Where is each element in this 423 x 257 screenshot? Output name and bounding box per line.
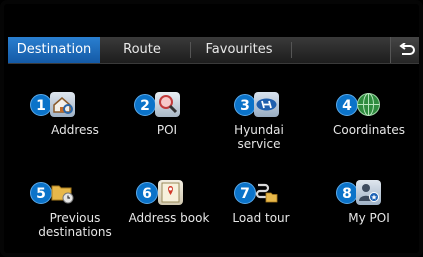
poi-button[interactable]: 2 POI [122,92,212,137]
back-arrow-icon [399,43,415,55]
load-tour-button[interactable]: 7 Load tour [216,180,306,225]
tab-destination[interactable]: Destination [8,37,100,63]
load-tour-label: Load tour [232,211,290,225]
number-badge: 2 [134,94,156,116]
number-badge: 3 [234,94,256,116]
my-poi-icon [356,180,381,205]
address-book-icon [158,180,183,205]
hyundai-service-label-line2: service [237,137,281,151]
number-badge: 5 [30,182,52,204]
previous-destinations-label-line2: destinations [38,225,112,239]
tab-favourites[interactable]: Favourites [191,37,287,63]
hyundai-logo-icon [254,92,279,117]
number-badge: 8 [336,182,358,204]
number-badge: 1 [30,94,52,116]
coordinates-label: Coordinates [332,123,406,137]
number-badge: 4 [336,94,358,116]
magnifier-icon [155,92,180,117]
number-badge: 6 [136,182,158,204]
address-book-label: Address book [128,211,210,225]
previous-destinations-button[interactable]: 5 Previous destinations [30,180,120,239]
address-label: Address [51,123,99,137]
globe-icon [356,92,381,117]
coordinates-button[interactable]: 4 Coordinates [324,92,414,137]
address-book-button[interactable]: 6 Address book [124,180,214,225]
previous-destinations-label-line1: Previous [49,211,101,225]
tab-route[interactable]: Route [100,37,184,63]
number-badge: 7 [234,182,256,204]
my-poi-label: My POI [348,211,390,225]
folder-clock-icon [50,180,75,205]
back-button[interactable] [390,37,419,63]
house-magnifier-icon [50,92,75,117]
hyundai-service-button[interactable]: 3 Hyundai service [214,92,304,151]
poi-label: POI [156,123,178,137]
tab-bar: Destination Route Favourites [8,37,419,64]
tab-separator [291,42,292,58]
load-tour-icon [254,180,279,205]
my-poi-button[interactable]: 8 My POI [324,180,414,225]
screen-frame: Destination Route Favourites 1 Address 2 [0,0,423,257]
address-button[interactable]: 1 Address [30,92,120,137]
hyundai-service-label-line1: Hyundai [234,123,284,137]
